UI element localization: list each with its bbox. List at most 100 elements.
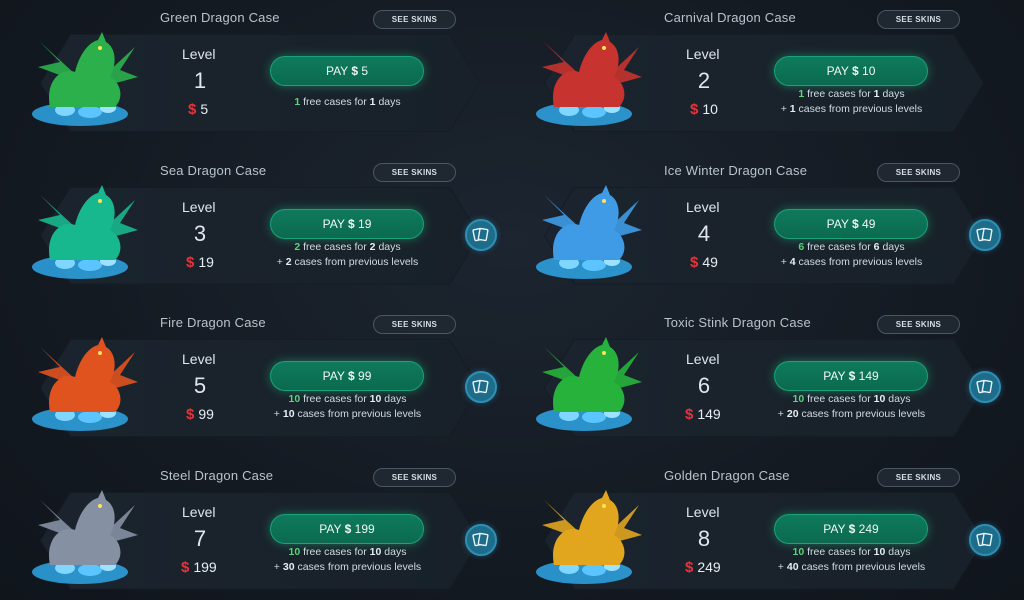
price-value: 19 — [198, 253, 214, 270]
pay-button[interactable]: PAY $ 149 — [774, 361, 928, 391]
case-price: $19 — [186, 254, 214, 271]
see-skins-button[interactable]: SEE SKINS — [877, 10, 960, 29]
case-title: Toxic Stink Dragon Case — [664, 315, 811, 330]
case-title: Carnival Dragon Case — [664, 10, 796, 25]
level-label: Level — [686, 198, 720, 215]
previous-cases-info: + 20 cases from previous levels — [777, 408, 926, 420]
level-label: Level — [686, 503, 720, 520]
see-skins-button[interactable]: SEE SKINS — [877, 467, 960, 487]
case-card-level-6: Toxic Stink Dragon Case SEE SKINS Level … — [504, 305, 1004, 455]
case-card-level-5: Fire Dragon Case SEE SKINS Level 5 $99 P… — [0, 305, 500, 455]
level-number: 2 — [697, 68, 711, 93]
price-value: 10 — [702, 101, 718, 117]
fire-dragon-icon — [20, 327, 140, 437]
cards-icon[interactable] — [969, 371, 1001, 403]
case-price: $49 — [690, 254, 718, 271]
pay-button[interactable]: PAY $ 199 — [270, 513, 424, 544]
case-title: Ice Winter Dragon Case — [664, 162, 808, 178]
level-number: 6 — [697, 373, 711, 398]
free-cases-info: 10 free cases for 10 days — [288, 545, 407, 558]
dollar-icon: $ — [685, 406, 694, 423]
see-skins-button[interactable]: SEE SKINS — [877, 315, 960, 334]
toxic-dragon-icon — [524, 327, 644, 437]
free-cases-info: 1 free cases for 1 days — [798, 88, 905, 100]
level-number: 7 — [193, 525, 207, 551]
previous-cases-info: + 4 cases from previous levels — [780, 255, 923, 268]
carnival-dragon-icon — [524, 22, 644, 132]
free-cases-info: 2 free cases for 2 days — [294, 240, 401, 253]
see-skins-button[interactable]: SEE SKINS — [373, 467, 456, 487]
see-skins-button[interactable]: SEE SKINS — [373, 162, 456, 182]
case-price: $99 — [186, 406, 214, 423]
cards-icon[interactable] — [969, 523, 1001, 556]
pay-button[interactable]: PAY $ 10 — [774, 56, 928, 86]
pay-button[interactable]: PAY $ 49 — [774, 208, 928, 239]
pay-button[interactable]: PAY $ 249 — [774, 513, 928, 544]
case-price: $149 — [685, 406, 721, 423]
price-value: 249 — [697, 558, 721, 575]
see-skins-button[interactable]: SEE SKINS — [373, 315, 456, 334]
case-card-level-7: Steel Dragon Case SEE SKINS Level 7 $199… — [0, 458, 500, 600]
dollar-icon: $ — [181, 558, 190, 576]
dollar-icon: $ — [186, 406, 195, 423]
case-price: $249 — [685, 559, 721, 576]
steel-dragon-icon — [20, 480, 140, 590]
level-label: Level — [182, 46, 216, 62]
free-cases-info: 6 free cases for 6 days — [798, 240, 905, 253]
case-card-level-4: Ice Winter Dragon Case SEE SKINS Level 4… — [504, 153, 1004, 303]
see-skins-button[interactable]: SEE SKINS — [373, 10, 456, 29]
case-price: $10 — [690, 101, 718, 118]
previous-cases-info: + 30 cases from previous levels — [273, 560, 422, 573]
case-card-level-8: Golden Dragon Case SEE SKINS Level 8 $24… — [504, 458, 1004, 600]
see-skins-button[interactable]: SEE SKINS — [877, 162, 960, 182]
cards-icon[interactable] — [465, 523, 497, 556]
green-dragon-icon — [20, 22, 140, 132]
dollar-icon: $ — [186, 253, 195, 271]
free-cases-info: 10 free cases for 10 days — [288, 393, 407, 405]
previous-cases-info: + 2 cases from previous levels — [276, 255, 419, 268]
free-cases-info: 1 free cases for 1 days — [294, 96, 401, 108]
case-title: Fire Dragon Case — [160, 315, 266, 330]
free-cases-info: 10 free cases for 10 days — [792, 545, 911, 558]
level-label: Level — [182, 351, 216, 367]
dollar-icon: $ — [685, 558, 694, 576]
price-value: 49 — [702, 253, 718, 270]
case-title: Sea Dragon Case — [160, 162, 267, 178]
level-number: 1 — [193, 68, 207, 93]
level-label: Level — [686, 351, 720, 367]
level-label: Level — [686, 46, 720, 62]
case-price: $199 — [181, 559, 217, 576]
level-label: Level — [182, 503, 216, 520]
case-card-level-2: Carnival Dragon Case SEE SKINS Level 2 $… — [504, 0, 1004, 150]
case-title: Steel Dragon Case — [160, 467, 274, 483]
level-number: 4 — [697, 220, 711, 246]
level-number: 8 — [697, 525, 711, 551]
previous-cases-info: + 40 cases from previous levels — [777, 560, 926, 573]
case-price: $5 — [188, 101, 208, 118]
price-value: 149 — [697, 406, 721, 422]
case-title: Golden Dragon Case — [664, 467, 790, 483]
case-card-level-3: Sea Dragon Case SEE SKINS Level 3 $19 PA… — [0, 153, 500, 303]
level-number: 3 — [193, 220, 207, 246]
case-title: Green Dragon Case — [160, 10, 280, 25]
dollar-icon: $ — [188, 101, 197, 118]
cards-icon[interactable] — [465, 371, 497, 403]
level-number: 5 — [193, 373, 207, 398]
pay-button[interactable]: PAY $ 5 — [270, 56, 424, 86]
dollar-icon: $ — [690, 101, 699, 118]
previous-cases-info: + 10 cases from previous levels — [273, 408, 422, 420]
cases-grid: Green Dragon Case SEE SKINS Level 1 $5 P… — [0, 0, 1024, 600]
level-label: Level — [182, 198, 216, 215]
ice-dragon-icon — [524, 175, 644, 285]
price-value: 199 — [193, 558, 217, 575]
sea-dragon-icon — [20, 175, 140, 285]
cards-icon[interactable] — [465, 218, 497, 251]
price-value: 5 — [200, 101, 209, 117]
cards-icon[interactable] — [969, 218, 1001, 251]
free-cases-info: 10 free cases for 10 days — [792, 393, 911, 405]
pay-button[interactable]: PAY $ 99 — [270, 361, 424, 391]
case-card-level-1: Green Dragon Case SEE SKINS Level 1 $5 P… — [0, 0, 500, 150]
price-value: 99 — [198, 406, 214, 422]
pay-button[interactable]: PAY $ 19 — [270, 208, 424, 239]
previous-cases-info: + 1 cases from previous levels — [780, 103, 923, 115]
